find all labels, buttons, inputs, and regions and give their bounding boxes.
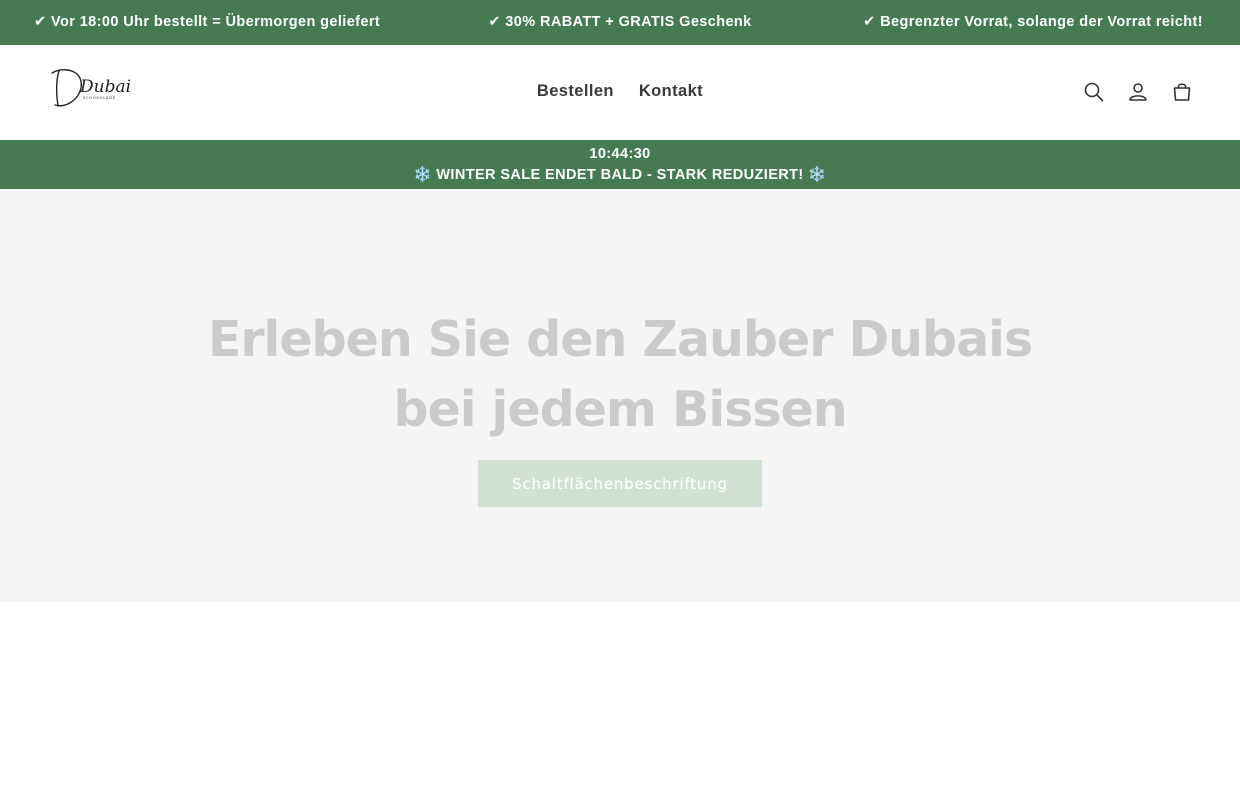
countdown-timer: 10:44:30 [589,146,651,162]
logo-text: Dubai [79,77,130,97]
logo-subtext: SCHOKOLADE [83,96,116,100]
search-icon [1084,82,1104,102]
logo-link[interactable]: Dubai SCHOKOLADE [50,64,130,112]
cart-button[interactable] [1170,80,1194,104]
nav-kontakt[interactable]: Kontakt [629,82,713,101]
announcement-bar: ✔ Vor 18:00 Uhr bestellt = Übermorgen ge… [0,0,1240,45]
nav-bestellen[interactable]: Bestellen [527,82,624,101]
dubai-logo: Dubai SCHOKOLADE [51,69,130,107]
account-icon [1129,83,1147,101]
hero-banner: Erleben Sie den Zauber Dubais bei jedem … [0,189,1240,602]
hero-cta-button[interactable]: Schaltflächenbeschriftung [478,460,762,507]
sale-message: ❄️ WINTER SALE ENDET BALD - STARK REDUZI… [413,167,827,183]
header-icons [1082,80,1194,104]
announcement-stock: ✔ Begrenzter Vorrat, solange der Vorrat … [863,14,1203,30]
account-button[interactable] [1126,80,1150,104]
main-nav: Bestellen Kontakt [0,82,1240,101]
hero-title: Erleben Sie den Zauber Dubais bei jedem … [207,311,1033,438]
sale-banner: 10:44:30 ❄️ WINTER SALE ENDET BALD - STA… [0,140,1240,189]
cart-icon [1173,83,1191,101]
site-header: Dubai SCHOKOLADE Bestellen Kontakt [0,45,1240,140]
search-button[interactable] [1082,80,1106,104]
